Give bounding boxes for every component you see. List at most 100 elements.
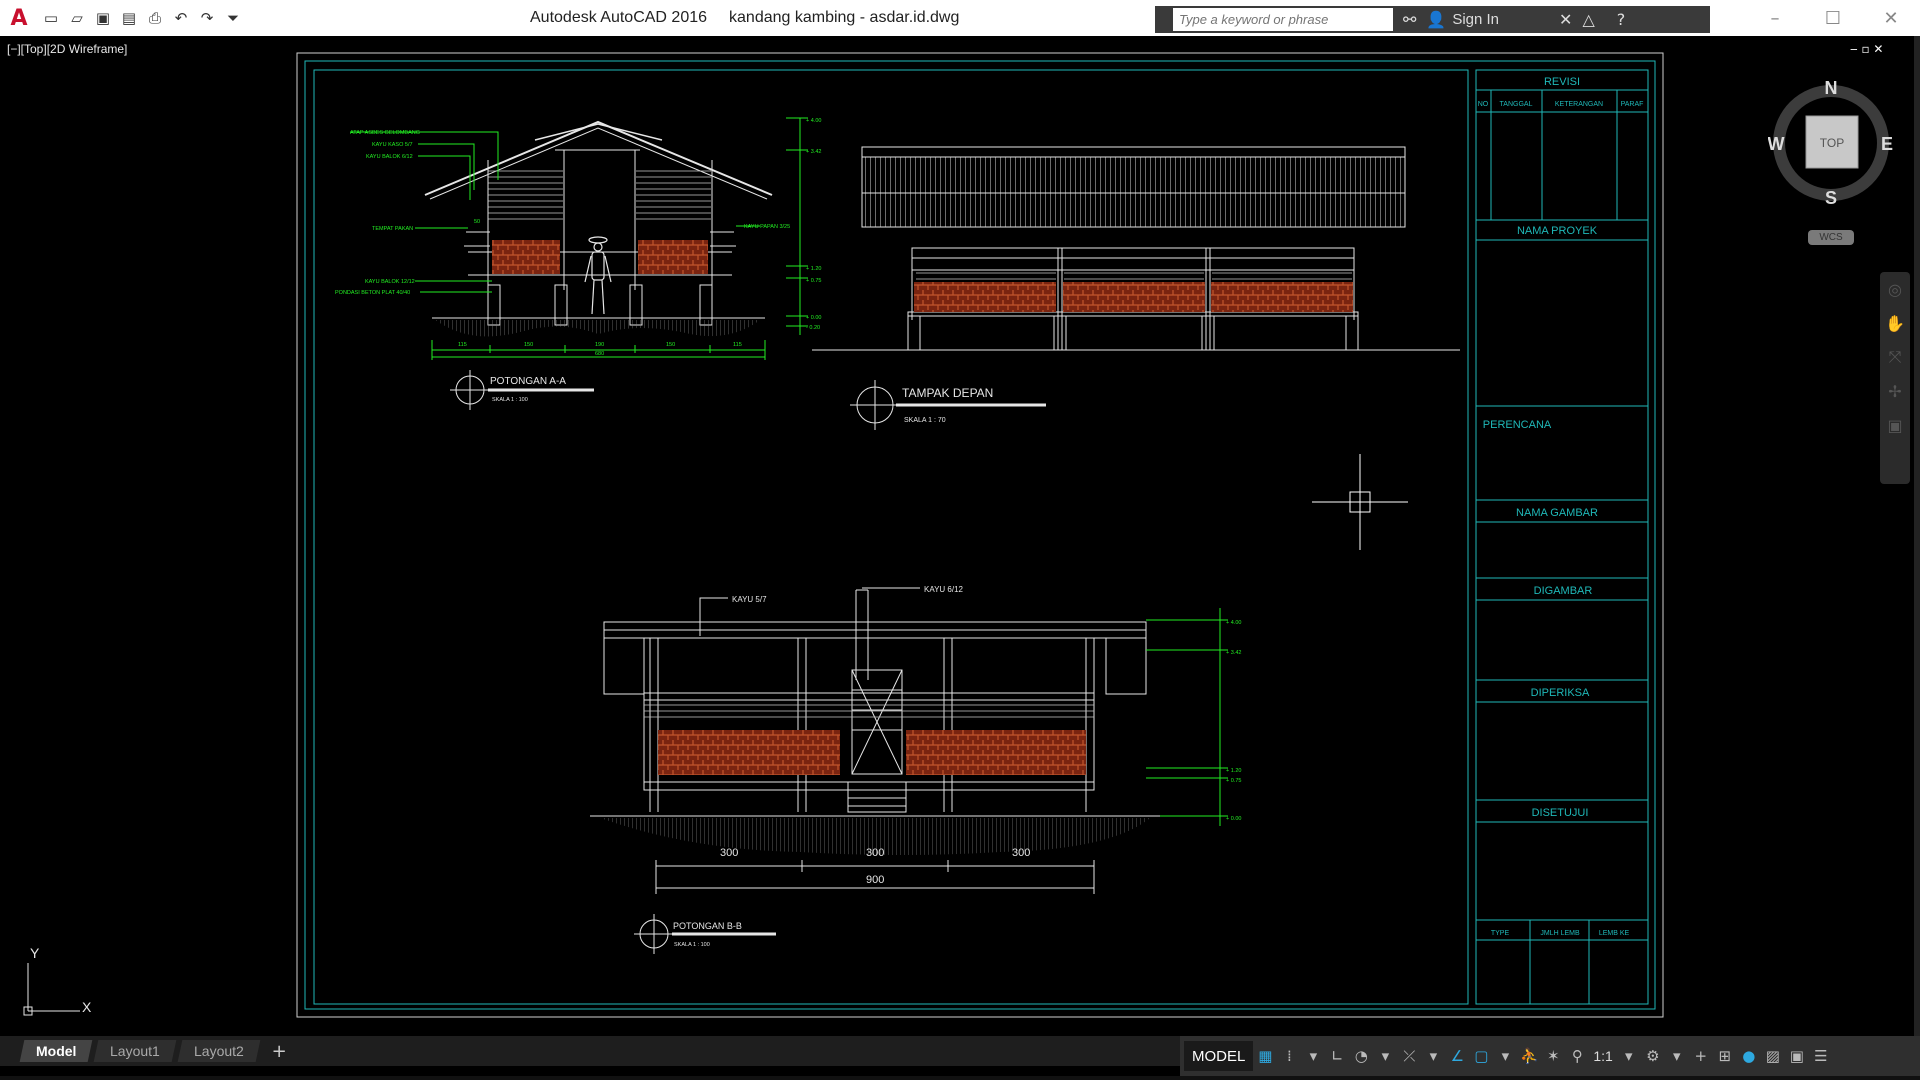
aa-label-kaso: KAYU KASO 5/7 xyxy=(372,142,413,148)
annotation-scale-value[interactable]: 1:1 xyxy=(1589,1048,1616,1064)
help-icon[interactable]: ? xyxy=(1617,10,1626,29)
title-block-col-paraf: PARAF xyxy=(1621,101,1644,108)
section-aa-title: POTONGAN A-A xyxy=(490,376,566,387)
front-view-title: TAMPAK DEPAN xyxy=(902,386,993,400)
steering-wheel-icon[interactable]: ◎ xyxy=(1880,272,1910,306)
tab-layout1[interactable]: Layout1 xyxy=(94,1040,177,1062)
aa-dim-3: 190 xyxy=(595,342,604,348)
aa-dim-total: 680 xyxy=(595,351,604,357)
bb-label-kayu-57: KAYU 5/7 xyxy=(732,595,767,604)
search-input[interactable] xyxy=(1173,8,1393,31)
polar-dropdown-icon[interactable]: ▾ xyxy=(1373,1041,1397,1071)
orbit-icon[interactable]: ✢ xyxy=(1880,374,1910,408)
section-aa-drawing: ATAP ASBES GELOMBANG KAYU KASO 5/7 KAYU … xyxy=(335,117,821,410)
bb-dim-2: 300 xyxy=(866,847,884,859)
aa-label-balok-12: KAYU BALOK 12/12 xyxy=(365,279,415,285)
showmotion-icon[interactable]: ▣ xyxy=(1880,408,1910,442)
customization-menu-icon[interactable]: ☰ xyxy=(1809,1041,1833,1071)
model-space-button[interactable]: MODEL xyxy=(1184,1041,1254,1071)
annotation-scale-icon[interactable]: ⚲ xyxy=(1565,1041,1589,1071)
title-block-col-tanggal: TANGGAL xyxy=(1500,101,1533,108)
ucs-y-label: Y xyxy=(30,945,40,961)
grid-display-icon[interactable]: ▦ xyxy=(1253,1041,1277,1071)
annotation-monitor-icon[interactable]: + xyxy=(1689,1041,1713,1071)
new-file-icon[interactable]: ▭ xyxy=(38,5,64,31)
compass-east[interactable]: E xyxy=(1881,134,1893,154)
window-title: Autodesk AutoCAD 2016 kandang kambing - a… xyxy=(530,9,959,27)
isometric-drafting-icon[interactable]: ⤫ xyxy=(1397,1041,1421,1071)
close-button[interactable]: ✕ xyxy=(1862,0,1920,36)
bb-elev-1: + 4.00 xyxy=(1226,620,1241,626)
auto-scale-icon[interactable]: ✶ xyxy=(1541,1041,1565,1071)
aa-dim-4: 150 xyxy=(666,342,675,348)
drawing-canvas[interactable]: REVISI NO TANGGAL KETERANGAN PARAF NAMA … xyxy=(0,36,1910,1036)
minimize-button[interactable]: – xyxy=(1746,0,1804,36)
compass-west[interactable]: W xyxy=(1768,134,1785,154)
redo-icon[interactable]: ↷ xyxy=(194,5,220,31)
front-view-drawing: TAMPAK DEPAN SKALA 1 : 70 xyxy=(812,146,1460,430)
aa-label-balok: KAYU BALOK 6/12 xyxy=(366,154,413,160)
workspace-dropdown-icon[interactable]: ▾ xyxy=(1665,1041,1689,1071)
binoculars-icon[interactable]: ⚯ xyxy=(1403,10,1416,29)
exchange-apps-icon[interactable]: ✕ xyxy=(1559,10,1572,29)
workspace-gear-icon[interactable]: ⚙ xyxy=(1641,1041,1665,1071)
tab-model-label: Model xyxy=(36,1043,77,1059)
scale-dropdown-icon[interactable]: ▾ xyxy=(1617,1041,1641,1071)
vertical-scrollbar[interactable] xyxy=(1914,36,1920,1044)
compass-north[interactable]: N xyxy=(1825,80,1838,98)
aa-label-atap: ATAP ASBES GELOMBANG xyxy=(350,130,420,136)
customize-toolbar-icon[interactable]: ⏷ xyxy=(220,5,246,31)
aa-label-pondasi: PONDASI BETON PLAT 40/40 xyxy=(335,290,410,296)
maximize-button[interactable]: ☐ xyxy=(1804,0,1862,36)
bb-elev-4: + 0.75 xyxy=(1226,778,1241,784)
add-layout-button[interactable]: + xyxy=(266,1041,292,1062)
object-snap-tracking-icon[interactable]: ∠ xyxy=(1445,1041,1469,1071)
title-block-col-no: NO xyxy=(1478,101,1489,108)
pan-icon[interactable]: ✋ xyxy=(1880,306,1910,340)
snap-dropdown-icon[interactable]: ▾ xyxy=(1301,1041,1325,1071)
clean-screen-icon[interactable]: ▣ xyxy=(1785,1041,1809,1071)
object-snap-icon[interactable]: ▢ xyxy=(1469,1041,1493,1071)
tab-layout2[interactable]: Layout2 xyxy=(177,1040,261,1062)
units-icon[interactable]: ⊞ xyxy=(1713,1041,1737,1071)
aa-elev-4: + 0.75 xyxy=(806,278,821,284)
aa-label-papan: KAYU PAPAN 3/25 xyxy=(744,224,790,230)
app-title: Autodesk AutoCAD 2016 xyxy=(530,9,708,26)
title-block-digambar: DIGAMBAR xyxy=(1534,585,1593,597)
section-bb-title: POTONGAN B-B xyxy=(673,921,742,931)
wcs-menu[interactable]: WCS xyxy=(1808,230,1854,245)
autodesk-a360-icon[interactable]: △ xyxy=(1582,10,1594,29)
title-block-diperiksa: DIPERIKSA xyxy=(1531,687,1590,699)
section-bb-scale: SKALA 1 : 100 xyxy=(674,942,710,948)
view-cube-top-label: TOP xyxy=(1820,136,1844,150)
save-icon[interactable]: ▣ xyxy=(90,5,116,31)
quick-access-toolbar: A ▭ ▱ ▣ ▤ ⎙ ↶ ↷ ⏷ xyxy=(0,0,246,36)
sign-in-button[interactable]: Sign In xyxy=(1452,11,1499,28)
hardware-acceleration-icon[interactable]: ▨ xyxy=(1761,1041,1785,1071)
zoom-extents-icon[interactable]: ⤧ xyxy=(1880,340,1910,374)
save-as-icon[interactable]: ▤ xyxy=(116,5,142,31)
file-title: kandang kambing - asdar.id.dwg xyxy=(729,9,960,26)
aa-elev-5: + 0.00 xyxy=(806,315,821,321)
user-icon[interactable]: 👤 xyxy=(1426,10,1446,29)
tab-model[interactable]: Model xyxy=(19,1040,93,1062)
title-block-perencana: PERENCANA xyxy=(1483,419,1552,431)
plot-icon[interactable]: ⎙ xyxy=(142,5,168,31)
compass-south[interactable]: S xyxy=(1825,188,1837,206)
undo-icon[interactable]: ↶ xyxy=(168,5,194,31)
polar-tracking-icon[interactable]: ◔ xyxy=(1349,1041,1373,1071)
title-block-nama-gambar: NAMA GAMBAR xyxy=(1516,507,1598,519)
layout-tab-bar: Model Layout1 Layout2 + xyxy=(0,1036,1180,1066)
object-snap-dropdown-icon[interactable]: ▾ xyxy=(1493,1041,1517,1071)
isometric-dropdown-icon[interactable]: ▾ xyxy=(1421,1041,1445,1071)
status-bar: MODEL ▦ ⁞ ▾ ∟ ◔ ▾ ⤫ ▾ ∠ ▢ ▾ ⛹ ✶ ⚲ 1:1 ▾ … xyxy=(1180,1036,1920,1076)
annotation-visibility-icon[interactable]: ⛹ xyxy=(1517,1041,1541,1071)
application-menu-button[interactable]: A xyxy=(0,0,38,36)
ortho-mode-icon[interactable]: ∟ xyxy=(1325,1041,1349,1071)
view-cube[interactable]: TOP N S W E xyxy=(1768,80,1894,206)
open-file-icon[interactable]: ▱ xyxy=(64,5,90,31)
crosshair-cursor xyxy=(1312,454,1408,550)
snap-mode-icon[interactable]: ⁞ xyxy=(1277,1041,1301,1071)
isolate-objects-icon[interactable]: ● xyxy=(1737,1041,1761,1071)
aa-elev-2: + 3.42 xyxy=(806,149,821,155)
